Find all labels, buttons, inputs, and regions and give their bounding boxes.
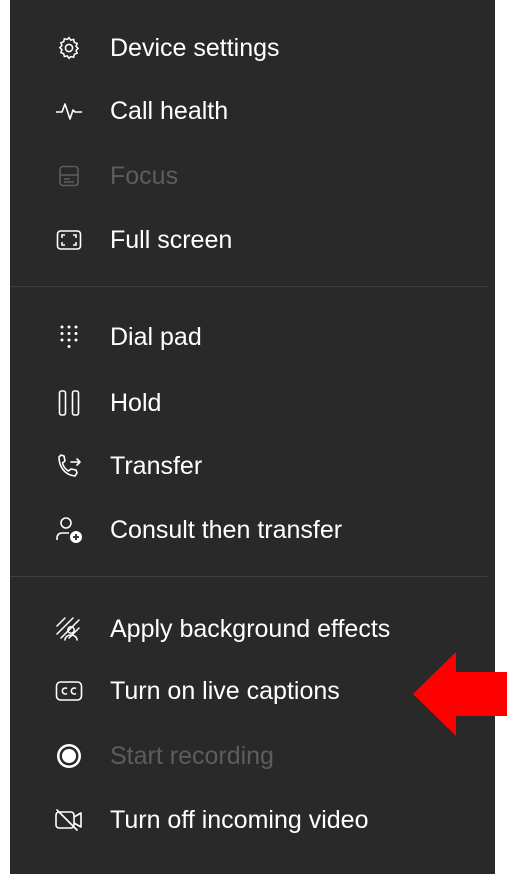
pause-icon [53, 387, 85, 419]
menu-item-label: Focus [110, 161, 179, 190]
call-more-actions-menu: Device settings Call health Focus Full s… [10, 0, 495, 874]
menu-item-label: Hold [110, 388, 162, 417]
menu-divider [10, 576, 487, 577]
menu-item-label: Device settings [110, 33, 280, 62]
menu-item-label: Transfer [110, 451, 203, 480]
menu-item-label: Start recording [110, 741, 274, 770]
menu-item-label: Full screen [110, 225, 233, 254]
menu-item-hold[interactable]: Hold [10, 372, 495, 434]
video-off-icon [53, 804, 85, 836]
closed-captions-icon [53, 675, 85, 707]
menu-item-label: Turn off incoming video [110, 805, 369, 834]
pulse-icon [53, 95, 85, 127]
menu-item-full-screen[interactable]: Full screen [10, 209, 495, 271]
menu-divider [10, 286, 487, 287]
background-effects-icon [53, 613, 85, 645]
menu-item-label: Turn on live captions [110, 676, 340, 705]
phone-transfer-icon [53, 450, 85, 482]
menu-item-label: Call health [110, 96, 229, 125]
menu-item-dial-pad[interactable]: Dial pad [10, 306, 495, 368]
menu-item-transfer[interactable]: Transfer [10, 435, 495, 497]
menu-item-label: Dial pad [110, 322, 202, 351]
menu-item-device-settings[interactable]: Device settings [10, 17, 495, 79]
menu-item-label: Apply background effects [110, 614, 391, 643]
menu-item-turn-off-incoming-video[interactable]: Turn off incoming video [10, 789, 495, 851]
fullscreen-icon [53, 224, 85, 256]
red-arrow-icon [413, 652, 507, 736]
focus-icon [53, 160, 85, 192]
menu-item-call-health[interactable]: Call health [10, 80, 495, 142]
person-add-icon [53, 514, 85, 546]
dialpad-icon [53, 321, 85, 353]
menu-item-consult-then-transfer[interactable]: Consult then transfer [10, 499, 495, 561]
menu-item-focus: Focus [10, 145, 495, 207]
gear-icon [53, 32, 85, 64]
record-icon [53, 740, 85, 772]
menu-item-label: Consult then transfer [110, 515, 343, 544]
